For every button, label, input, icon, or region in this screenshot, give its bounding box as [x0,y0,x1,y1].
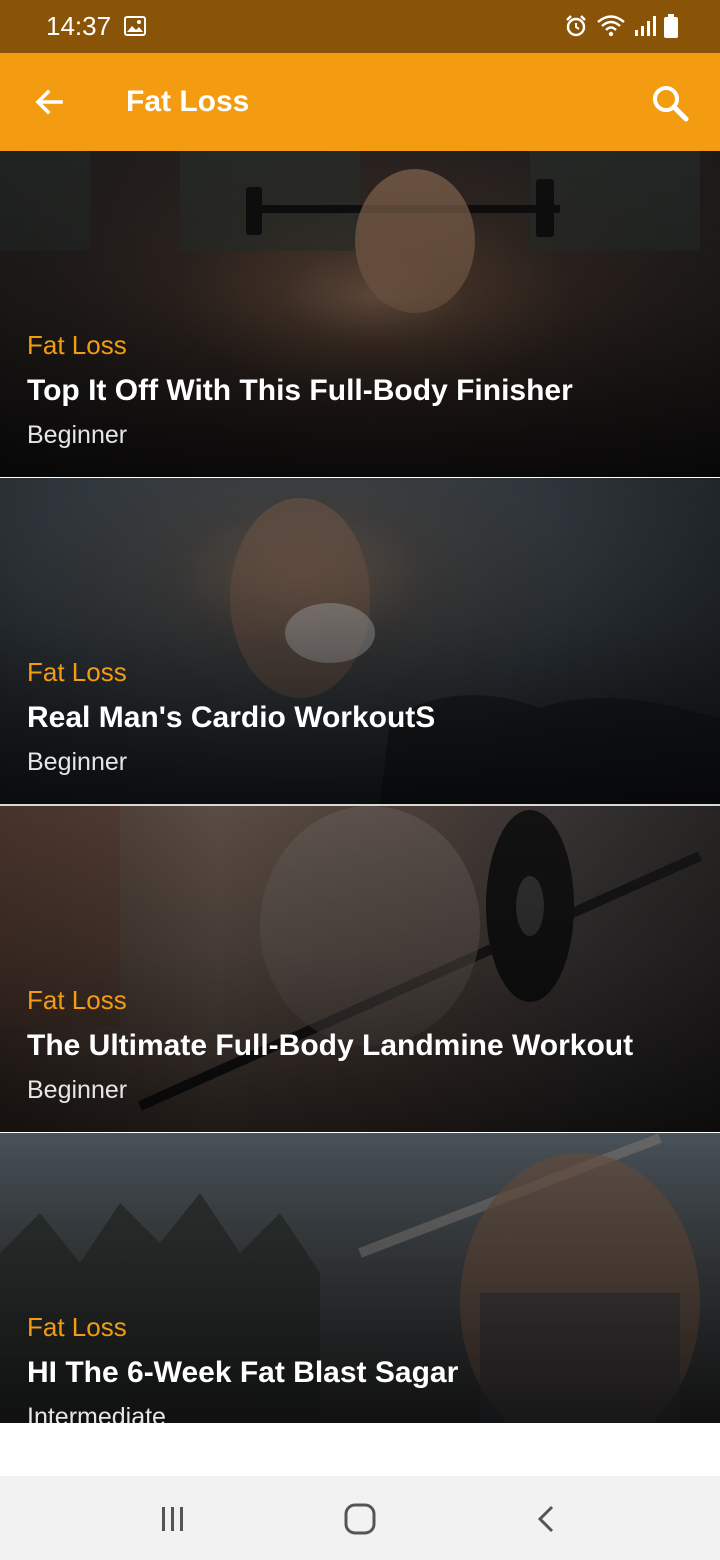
screen: 14:37 Fat Loss Fat Loss Top It Off With … [0,0,720,1560]
battery-icon [664,14,678,38]
card-category: Fat Loss [27,985,127,1015]
card-title: The Ultimate Full-Body Landmine Workout [27,1029,634,1062]
search-button[interactable] [644,77,696,129]
card-level: Intermediate [27,1403,166,1423]
home-icon [344,1503,376,1535]
workout-card[interactable]: Fat Loss Real Man's Cardio WorkoutS Begi… [0,478,720,804]
back-icon [537,1505,554,1533]
card-category: Fat Loss [27,330,127,360]
system-nav-bar [0,1476,720,1560]
recent-apps-button[interactable] [148,1494,198,1544]
card-level: Beginner [27,748,128,776]
home-button[interactable] [335,1494,385,1544]
page-title: Fat Loss [126,85,250,118]
status-bar: 14:37 [0,0,720,53]
card-level: Beginner [27,1076,128,1104]
back-button[interactable] [24,77,74,127]
signal-icon [635,16,656,36]
gallery-icon [124,16,146,36]
nav-back-button[interactable] [522,1494,572,1544]
card-title: HI The 6-Week Fat Blast Sagar [27,1356,459,1389]
card-title: Top It Off With This Full-Body Finisher [27,374,573,407]
workout-card[interactable]: Fat Loss Top It Off With This Full-Body … [0,151,720,477]
workout-card[interactable]: Fat Loss HI The 6-Week Fat Blast Sagar I… [0,1133,720,1423]
arrow-back-icon [35,89,63,115]
status-icons [564,13,678,39]
workout-card[interactable]: Fat Loss The Ultimate Full-Body Landmine… [0,806,720,1132]
app-bar: Fat Loss [0,53,720,151]
alarm-icon [566,15,586,37]
status-time: 14:37 [46,11,112,41]
card-category: Fat Loss [27,1312,127,1342]
wifi-icon [597,15,625,37]
card-category: Fat Loss [27,657,127,687]
search-icon [653,86,689,122]
workout-list: Fat Loss Top It Off With This Full-Body … [0,151,720,1423]
card-title: Real Man's Cardio WorkoutS [27,701,436,734]
recent-apps-icon [162,1507,183,1531]
card-level: Beginner [27,421,128,449]
